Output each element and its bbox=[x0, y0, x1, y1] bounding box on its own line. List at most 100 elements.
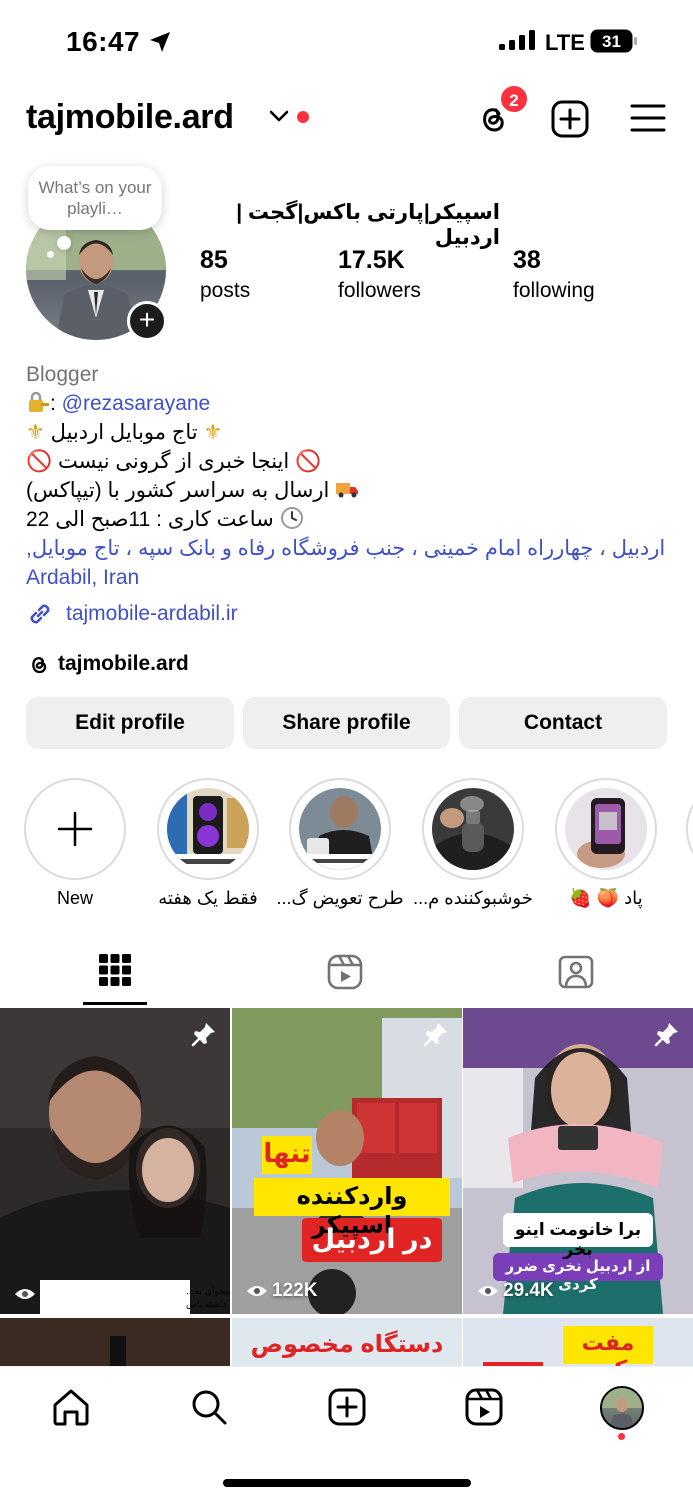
profile-activity-dot bbox=[618, 1433, 625, 1440]
delivery-truck-icon bbox=[336, 483, 359, 498]
stat-followers[interactable]: 17.5K followers bbox=[338, 246, 421, 303]
post-overlay-text: مفت کده bbox=[581, 1330, 635, 1366]
location-arrow-icon bbox=[150, 32, 170, 52]
highlight-ring bbox=[289, 778, 391, 880]
post-overlay-text: برا خانومت اینو بخر bbox=[514, 1220, 642, 1259]
create-icon[interactable] bbox=[327, 1387, 367, 1427]
note-bubble[interactable]: What’s on your playli… bbox=[28, 166, 162, 230]
search-icon[interactable] bbox=[189, 1387, 229, 1427]
post-views bbox=[14, 1286, 40, 1302]
tagged-icon[interactable] bbox=[557, 954, 595, 990]
display-name: اسپیکر|پارتی باکس|گجت |اردبیل bbox=[236, 201, 500, 249]
reels-icon[interactable] bbox=[327, 954, 363, 990]
svg-text:31: 31 bbox=[602, 32, 621, 51]
edit-profile-button[interactable]: Edit profile bbox=[26, 697, 234, 749]
chevron-down-icon[interactable] bbox=[268, 108, 290, 124]
highlight-item[interactable]: طرح تعویض گ... bbox=[276, 778, 404, 909]
reels-nav-icon[interactable] bbox=[464, 1387, 504, 1427]
stat-following[interactable]: 38 following bbox=[513, 246, 595, 303]
profile-link[interactable]: tajmobile-ardabil.ir bbox=[26, 600, 238, 628]
stat-followers-value: 17.5K bbox=[338, 246, 405, 274]
eye-icon bbox=[15, 1289, 35, 1299]
eye-icon bbox=[247, 1286, 267, 1296]
post-thumbnail: یادت باشه زمانی که میخوای به... مدت تا گ… bbox=[0, 1008, 230, 1314]
home-icon[interactable] bbox=[51, 1387, 91, 1427]
svg-text:یادت باشه زمانی که میخوای به..: یادت باشه زمانی که میخوای به... bbox=[186, 1287, 230, 1297]
highlight-label: New bbox=[56, 888, 93, 908]
create-post-icon[interactable] bbox=[551, 100, 589, 138]
post-tile[interactable]: تنها واردکننده اسپیکر در اردبیل 122K bbox=[232, 1008, 462, 1314]
signal-icon bbox=[499, 30, 535, 50]
eye-icon bbox=[478, 1286, 498, 1296]
post-thumbnail bbox=[0, 1318, 230, 1366]
post-tile[interactable]: مفت کده bbox=[463, 1318, 693, 1366]
plus-icon bbox=[57, 811, 93, 847]
fleur-de-lis-icon: ⚜ bbox=[203, 421, 223, 444]
threads-handle: tajmobile.ard bbox=[58, 652, 189, 675]
posts-grid: یادت باشه زمانی که میخوای به... مدت تا گ… bbox=[0, 1008, 693, 1366]
profile-link-text[interactable]: tajmobile-ardabil.ir bbox=[66, 602, 238, 626]
stat-following-value: 38 bbox=[513, 246, 541, 274]
profile-tabs bbox=[0, 940, 693, 1008]
bio-mention-line: : @rezasarayane bbox=[26, 389, 676, 418]
bio-mention-link[interactable]: @rezasarayane bbox=[62, 392, 211, 415]
pin-icon bbox=[423, 1023, 447, 1047]
post-views-count: 122K bbox=[272, 1280, 318, 1301]
username-switcher[interactable]: tajmobile.ard bbox=[26, 98, 234, 137]
highlight-item[interactable]: خوشبوکننده م... bbox=[413, 778, 533, 909]
share-profile-button[interactable]: Share profile bbox=[243, 697, 450, 749]
highlight-cover-air-freshener bbox=[432, 788, 514, 870]
highlight-cover-pod bbox=[565, 788, 647, 870]
post-tile[interactable]: برا خانومت اینو بخر از اردبیل نخری ضرر ک… bbox=[463, 1008, 693, 1314]
highlight-label: خوشبوکننده م... bbox=[413, 888, 533, 908]
notification-badge: 2 bbox=[499, 84, 529, 114]
highlight-ring bbox=[555, 778, 657, 880]
profile-header: tajmobile.ard 2 bbox=[0, 84, 693, 144]
highlight-item-partial[interactable] bbox=[686, 778, 693, 880]
highlight-new[interactable]: New bbox=[23, 778, 127, 909]
add-story-button[interactable]: + bbox=[127, 301, 167, 341]
bio-no-price-line: 🚫 اینجا خبری از گرونی نیست 🚫 bbox=[26, 447, 676, 476]
stat-posts-label: posts bbox=[200, 279, 251, 302]
highlight-cover-speaker bbox=[167, 788, 249, 870]
bio-address[interactable]: اردبیل ، چهارراه امام خمینی ، جنب فروشگا… bbox=[26, 534, 676, 563]
highlight-ring bbox=[157, 778, 259, 880]
grid-icon[interactable] bbox=[97, 952, 133, 988]
bio-shipping-line: ارسال به سراسر کشور با (تیپاکس) bbox=[26, 476, 676, 505]
bio-shop-text: تاج موبایل اردبیل bbox=[50, 421, 198, 444]
profile-nav-avatar[interactable] bbox=[600, 1386, 644, 1430]
active-tab-indicator bbox=[83, 1002, 147, 1005]
highlight-item[interactable]: پاد 🍑 🍓 bbox=[554, 778, 658, 909]
bio-category: Blogger bbox=[26, 363, 99, 386]
status-bar: 16:47 LTE 31 bbox=[0, 0, 693, 80]
highlight-label: فقط یک هفته bbox=[158, 888, 258, 908]
bio-hours-line: ساعت کاری : 11صبح الی 22 bbox=[26, 505, 676, 534]
highlight-ring bbox=[422, 778, 524, 880]
status-time: 16:47 bbox=[66, 26, 141, 57]
threads-badge[interactable]: tajmobile.ard bbox=[26, 650, 189, 678]
bio-mention-prefix: : bbox=[50, 392, 62, 415]
clock-icon bbox=[280, 507, 303, 529]
battery-icon: 31 bbox=[590, 29, 637, 53]
hamburger-menu-icon[interactable] bbox=[630, 102, 666, 134]
note-bubble-tail bbox=[57, 236, 71, 250]
note-bubble-tail-small bbox=[47, 251, 54, 258]
highlight-ring bbox=[686, 778, 693, 880]
stat-following-label: following bbox=[513, 279, 595, 302]
stat-posts[interactable]: 85 posts bbox=[200, 246, 250, 303]
post-overlay-text: دستگاه مخصوص bbox=[250, 1331, 444, 1358]
bio-shop-line: ⚜ تاج موبایل اردبیل ⚜ bbox=[26, 418, 676, 447]
pin-icon bbox=[654, 1023, 678, 1047]
post-views: 122K bbox=[246, 1280, 317, 1302]
post-tile[interactable] bbox=[0, 1318, 230, 1366]
highlight-item[interactable]: فقط یک هفته bbox=[156, 778, 260, 909]
home-indicator bbox=[223, 1479, 471, 1487]
contact-button[interactable]: Contact bbox=[459, 697, 667, 749]
highlight-label: پاد 🍑 🍓 bbox=[569, 888, 643, 908]
post-tile[interactable]: یادت باشه زمانی که میخوای به... مدت تا گ… bbox=[0, 1008, 230, 1314]
post-tile[interactable]: دستگاه مخصوص bbox=[232, 1318, 462, 1366]
post-overlay-text: در اردبیل bbox=[311, 1224, 433, 1254]
highlight-cover-trade-in bbox=[299, 788, 381, 870]
bio-city[interactable]: Ardabil, Iran bbox=[26, 563, 676, 592]
svg-text:مدت تا گردن میری تو فشار اما ص: مدت تا گردن میری تو فشار اما صبر داشته ب… bbox=[186, 1298, 230, 1310]
